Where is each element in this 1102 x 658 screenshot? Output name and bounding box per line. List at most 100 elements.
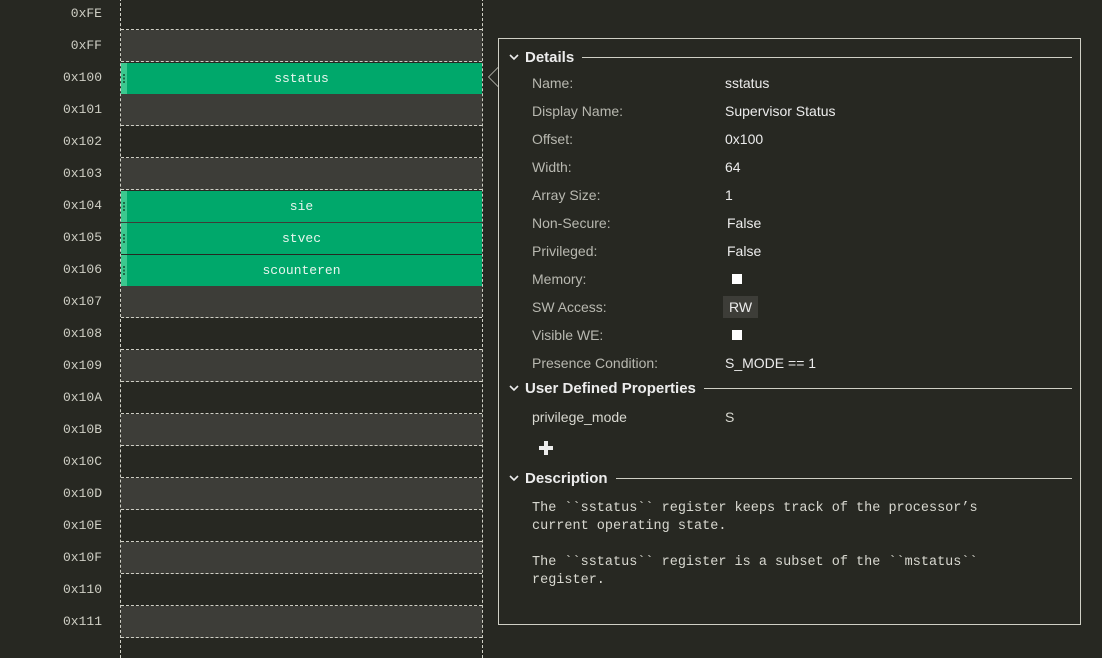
map-cell[interactable]	[121, 414, 482, 446]
map-cell[interactable]	[121, 478, 482, 510]
register-name: sie	[289, 199, 314, 214]
details-section-header[interactable]: Details	[507, 47, 1072, 67]
sw-access-select[interactable]: RW	[723, 296, 759, 318]
address-label: 0x10B	[62, 422, 102, 437]
field-value[interactable]: 64	[725, 154, 741, 180]
map-cell[interactable]	[121, 446, 482, 478]
field-label: Visible WE:	[532, 327, 604, 343]
non-secure-select[interactable]: False	[727, 210, 761, 236]
map-cell[interactable]	[121, 574, 482, 606]
privileged-select[interactable]: False	[727, 238, 761, 264]
field-privileged: Privileged: False	[532, 238, 1070, 264]
address-label: 0x105	[62, 230, 102, 245]
map-cell[interactable]	[121, 510, 482, 542]
field-value[interactable]: 0x100	[725, 126, 763, 152]
field-label: SW Access:	[532, 299, 607, 315]
register-block-scounteren[interactable]: scounteren	[121, 255, 482, 287]
map-cell[interactable]	[121, 158, 482, 190]
description-section-header[interactable]: Description	[507, 468, 1072, 488]
field-non-secure: Non-Secure: False	[532, 210, 1070, 236]
udp-key[interactable]: privilege_mode	[532, 404, 732, 430]
field-label: Array Size:	[532, 187, 601, 203]
address-label: 0x109	[62, 358, 102, 373]
user-defined-section-header[interactable]: User Defined Properties	[507, 378, 1072, 398]
field-label: Memory:	[532, 271, 587, 287]
field-label: Name:	[532, 75, 574, 91]
map-cell[interactable]	[121, 286, 482, 318]
field-label: Privileged:	[532, 243, 598, 259]
field-array-size: Array Size: 1	[532, 182, 1070, 208]
udp-value[interactable]: S	[725, 404, 734, 430]
chevron-down-icon[interactable]	[507, 50, 521, 64]
register-name: sstatus	[274, 71, 329, 86]
address-label: 0x103	[62, 166, 102, 181]
address-label: 0x10D	[62, 486, 102, 501]
address-label: 0xFE	[70, 6, 102, 21]
field-value[interactable]: S_MODE == 1	[725, 350, 816, 376]
address-label: 0x10A	[62, 390, 102, 405]
section-divider	[582, 56, 1072, 58]
drag-handle-icon[interactable]	[121, 191, 127, 222]
field-presence-condition: Presence Condition: S_MODE == 1	[532, 350, 1070, 376]
map-cell[interactable]	[121, 350, 482, 382]
map-cell[interactable]	[121, 94, 482, 126]
section-divider	[703, 387, 1072, 389]
field-label: Presence Condition:	[532, 355, 659, 371]
register-block-sie[interactable]: sie	[121, 191, 482, 223]
map-cell[interactable]	[121, 382, 482, 414]
register-name: scounteren	[262, 263, 341, 278]
field-label: Offset:	[532, 131, 573, 147]
address-label: 0x111	[62, 614, 102, 629]
field-name: Name: sstatus	[532, 70, 1070, 96]
map-cell[interactable]	[121, 542, 482, 574]
field-memory: Memory:	[532, 266, 1070, 292]
description-title: Description	[525, 469, 608, 487]
drag-handle-icon[interactable]	[121, 255, 127, 286]
field-label: Display Name:	[532, 103, 624, 119]
details-title: Details	[525, 48, 575, 66]
user-defined-title: User Defined Properties	[525, 379, 696, 397]
memory-checkbox[interactable]	[732, 274, 742, 284]
field-sw-access: SW Access: RW	[532, 294, 1070, 320]
address-label: 0x104	[62, 198, 102, 213]
visible-we-checkbox[interactable]	[732, 330, 742, 340]
field-visible-we: Visible WE:	[532, 322, 1070, 348]
address-label: 0x108	[62, 326, 102, 341]
map-cell[interactable]	[121, 318, 482, 350]
field-offset: Offset: 0x100	[532, 126, 1070, 152]
address-label: 0x10F	[62, 550, 102, 565]
register-block-stvec[interactable]: stvec	[121, 223, 482, 255]
address-label: 0x106	[62, 262, 102, 277]
chevron-down-icon[interactable]	[507, 381, 521, 395]
field-label: Non-Secure:	[532, 215, 611, 231]
register-map[interactable]: sstatus sie stvec scounteren	[120, 0, 483, 658]
address-label: 0x10C	[62, 454, 102, 469]
address-label: 0x10E	[62, 518, 102, 533]
address-label: 0xFF	[70, 38, 102, 53]
details-panel: Details Name: sstatus Display Name: Supe…	[498, 38, 1081, 625]
address-label: 0x100	[62, 70, 102, 85]
map-cell[interactable]	[121, 0, 482, 30]
plus-icon[interactable]	[539, 441, 553, 455]
register-block-sstatus[interactable]: sstatus	[121, 63, 482, 95]
field-label: Width:	[532, 159, 572, 175]
field-value[interactable]: 1	[725, 182, 733, 208]
address-label: 0x107	[62, 294, 102, 309]
address-label: 0x101	[62, 102, 102, 117]
chevron-down-icon[interactable]	[507, 471, 521, 485]
drag-handle-icon[interactable]	[121, 63, 127, 94]
map-cell[interactable]	[121, 126, 482, 158]
description-paragraph[interactable]: The ``sstatus`` register keeps track of …	[532, 500, 1052, 536]
field-display-name: Display Name: Supervisor Status	[532, 98, 1070, 124]
address-label: 0x102	[62, 134, 102, 149]
field-value[interactable]: sstatus	[725, 70, 769, 96]
field-value[interactable]: Supervisor Status	[725, 98, 836, 124]
register-name: stvec	[281, 231, 321, 246]
address-label: 0x110	[62, 582, 102, 597]
section-divider	[615, 477, 1072, 479]
map-cell[interactable]	[121, 30, 482, 62]
field-width: Width: 64	[532, 154, 1070, 180]
description-paragraph[interactable]: The ``sstatus`` register is a subset of …	[532, 554, 1052, 590]
drag-handle-icon[interactable]	[121, 223, 127, 254]
map-cell[interactable]	[121, 606, 482, 638]
